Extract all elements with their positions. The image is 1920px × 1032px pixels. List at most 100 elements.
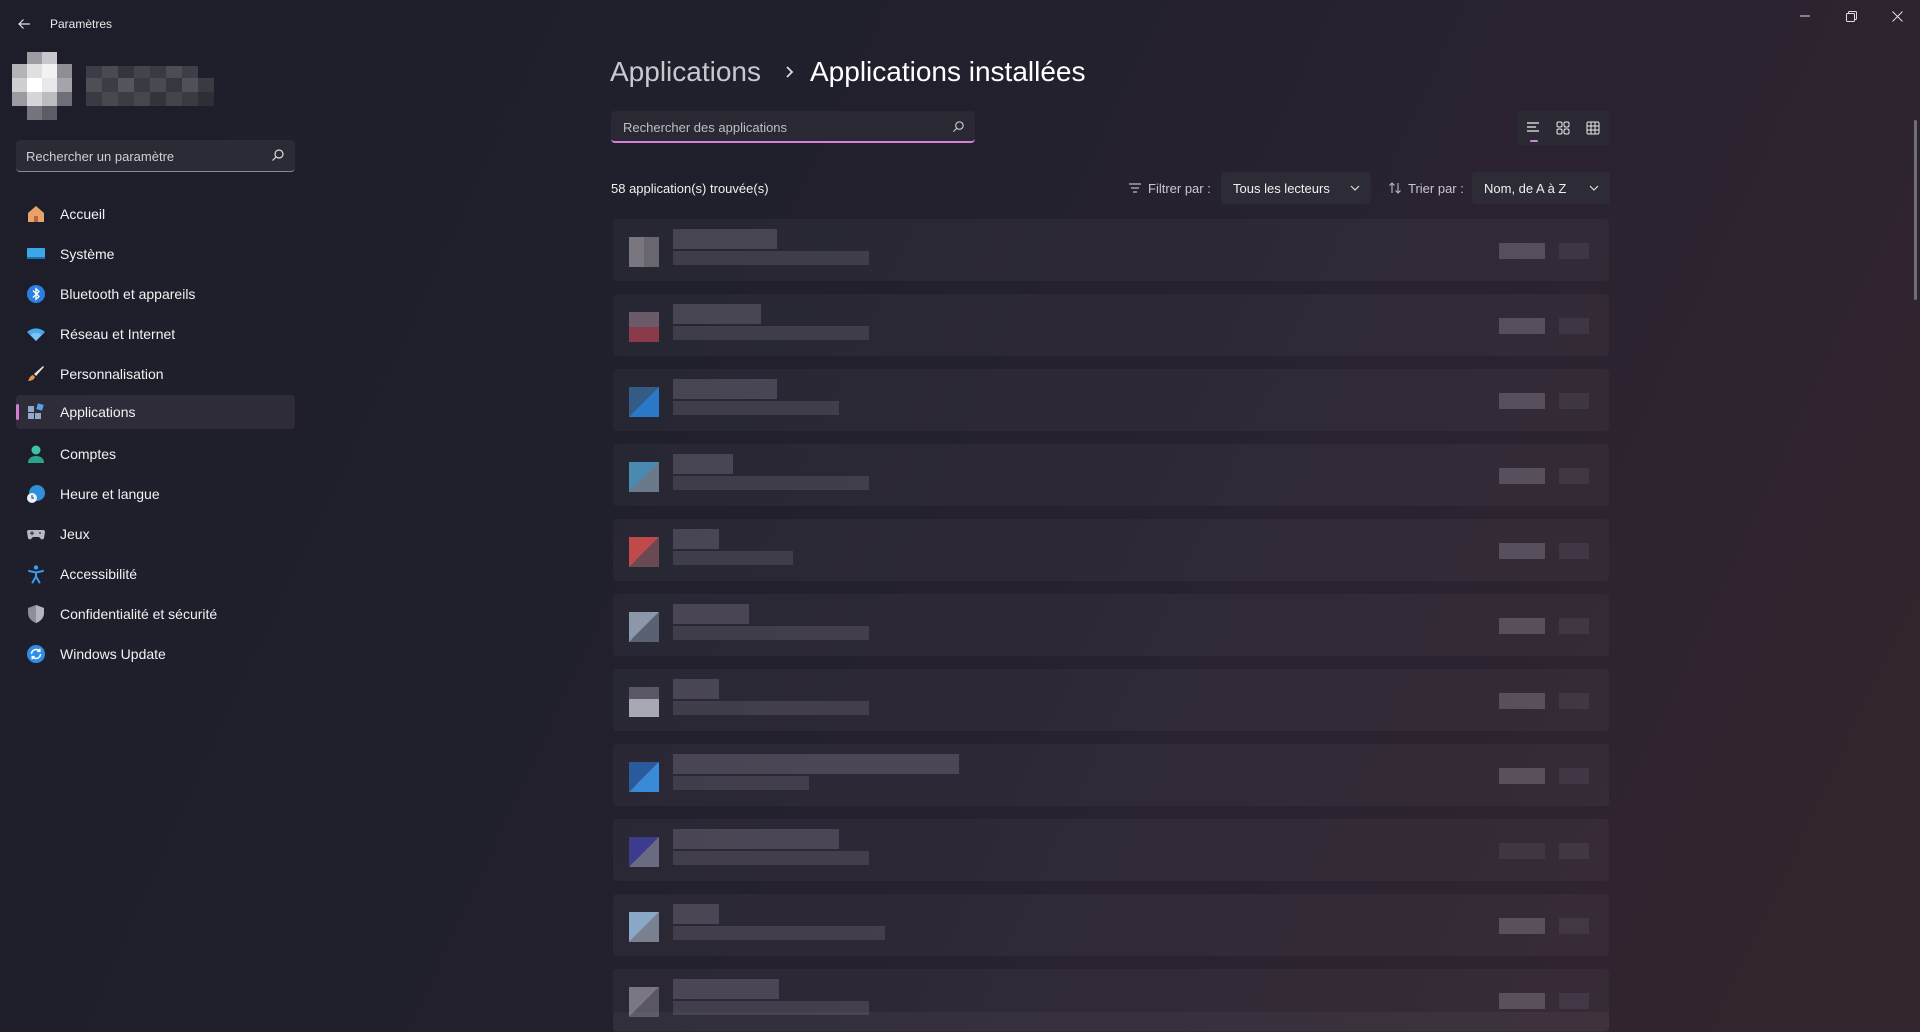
app-icon — [629, 537, 659, 567]
back-arrow-icon — [18, 19, 30, 29]
app-search-input[interactable] — [621, 111, 935, 143]
table-view-button[interactable] — [1579, 114, 1607, 142]
list-item[interactable] — [613, 594, 1609, 656]
sidebar-item-bluetooth[interactable]: Bluetooth et appareils — [16, 277, 295, 311]
list-item[interactable] — [613, 219, 1609, 281]
app-size-redacted — [1499, 843, 1545, 859]
filter-dropdown[interactable]: Tous les lecteurs — [1221, 172, 1371, 204]
list-item[interactable] — [613, 444, 1609, 506]
scrollbar[interactable] — [1914, 120, 1917, 300]
sidebar-item-label: Accessibilité — [60, 566, 138, 582]
sidebar-item-applications[interactable]: Applications — [16, 395, 295, 429]
app-icon — [629, 837, 659, 867]
more-options-button[interactable] — [1559, 543, 1589, 559]
more-options-button[interactable] — [1559, 843, 1589, 859]
close-button[interactable] — [1874, 0, 1920, 32]
accessibility-icon — [26, 564, 46, 584]
app-publisher-redacted — [673, 251, 869, 265]
list-item[interactable] — [613, 819, 1609, 881]
list-view-icon — [1527, 122, 1539, 132]
app-size-redacted — [1499, 693, 1545, 709]
update-icon — [26, 644, 46, 664]
app-size-redacted — [1499, 543, 1545, 559]
sort-value: Nom, de A à Z — [1484, 181, 1567, 196]
app-icon — [629, 237, 659, 267]
app-size-redacted — [1499, 993, 1545, 1009]
minimize-icon — [1800, 15, 1810, 17]
account-icon — [26, 444, 46, 464]
more-options-button[interactable] — [1559, 693, 1589, 709]
sort-label: Trier par : — [1408, 181, 1464, 196]
settings-search-placeholder: Rechercher un paramètre — [26, 149, 175, 164]
more-options-button[interactable] — [1559, 993, 1589, 1009]
list-view-button[interactable] — [1519, 114, 1547, 142]
sidebar-item-label: Confidentialité et sécurité — [60, 606, 218, 622]
app-name-redacted — [673, 904, 719, 924]
more-options-button[interactable] — [1559, 618, 1589, 634]
app-name-redacted — [673, 379, 777, 399]
filter-value: Tous les lecteurs — [1233, 181, 1330, 196]
avatar[interactable] — [12, 52, 72, 122]
more-options-button[interactable] — [1559, 918, 1589, 934]
sidebar-item-label: Applications — [60, 404, 136, 420]
settings-search-field[interactable]: Rechercher un paramètre — [16, 140, 295, 172]
list-item[interactable] — [613, 1012, 1609, 1032]
profile-name-redacted — [86, 66, 214, 106]
restore-button[interactable] — [1828, 0, 1874, 32]
clock-globe-icon — [26, 484, 46, 504]
list-item[interactable] — [613, 744, 1609, 806]
search-icon — [952, 121, 964, 133]
sidebar-item-label: Windows Update — [60, 646, 166, 662]
filter-label: Filtrer par : — [1148, 181, 1211, 196]
sidebar-item-windows-update[interactable]: Windows Update — [16, 637, 295, 671]
system-icon — [26, 244, 46, 264]
app-size-redacted — [1499, 618, 1545, 634]
title-bar: Paramètres — [0, 0, 1920, 48]
apps-icon — [26, 402, 46, 422]
grid-view-icon — [1556, 121, 1570, 135]
sidebar-item-label: Accueil — [60, 206, 106, 222]
grid-view-button[interactable] — [1549, 114, 1577, 142]
app-name-redacted — [673, 754, 959, 774]
gamepad-icon — [26, 524, 46, 544]
close-icon — [1891, 10, 1903, 22]
sidebar-item-label: Système — [60, 246, 115, 262]
more-options-button[interactable] — [1559, 468, 1589, 484]
chevron-right-icon — [786, 66, 794, 78]
sidebar-item-label: Comptes — [60, 446, 117, 462]
sidebar-item-accueil[interactable]: Accueil — [16, 197, 295, 231]
list-item[interactable] — [613, 369, 1609, 431]
sidebar-item-label: Personnalisation — [60, 366, 164, 382]
app-size-redacted — [1499, 468, 1545, 484]
more-options-button[interactable] — [1559, 768, 1589, 784]
sidebar-item-systeme[interactable]: Système — [16, 237, 295, 271]
app-name-redacted — [673, 304, 761, 324]
back-button[interactable] — [10, 10, 38, 38]
list-item[interactable] — [613, 519, 1609, 581]
app-size-redacted — [1499, 243, 1545, 259]
app-search-field[interactable] — [611, 111, 975, 143]
sidebar-item-comptes[interactable]: Comptes — [16, 437, 295, 471]
sidebar-item-accessibilite[interactable]: Accessibilité — [16, 557, 295, 591]
list-item[interactable] — [613, 669, 1609, 731]
minimize-button[interactable] — [1782, 0, 1828, 32]
sidebar-item-reseau[interactable]: Réseau et Internet — [16, 317, 295, 351]
list-item[interactable] — [613, 294, 1609, 356]
breadcrumb-parent[interactable]: Applications — [610, 56, 761, 88]
sidebar-item-confidentialite[interactable]: Confidentialité et sécurité — [16, 597, 295, 631]
active-indicator — [16, 404, 19, 420]
more-options-button[interactable] — [1559, 318, 1589, 334]
app-icon — [629, 462, 659, 492]
sidebar-item-heure-langue[interactable]: Heure et langue — [16, 477, 295, 511]
sidebar-item-jeux[interactable]: Jeux — [16, 517, 295, 551]
sort-dropdown[interactable]: Nom, de A à Z — [1472, 172, 1610, 204]
chevron-down-icon — [1589, 185, 1599, 191]
sidebar-item-personnalisation[interactable]: Personnalisation — [16, 357, 295, 391]
app-name-redacted — [673, 454, 733, 474]
list-item[interactable] — [613, 894, 1609, 956]
app-name-redacted — [673, 979, 779, 999]
more-options-button[interactable] — [1559, 243, 1589, 259]
more-options-button[interactable] — [1559, 393, 1589, 409]
app-size-redacted — [1499, 918, 1545, 934]
app-publisher-redacted — [673, 326, 869, 340]
